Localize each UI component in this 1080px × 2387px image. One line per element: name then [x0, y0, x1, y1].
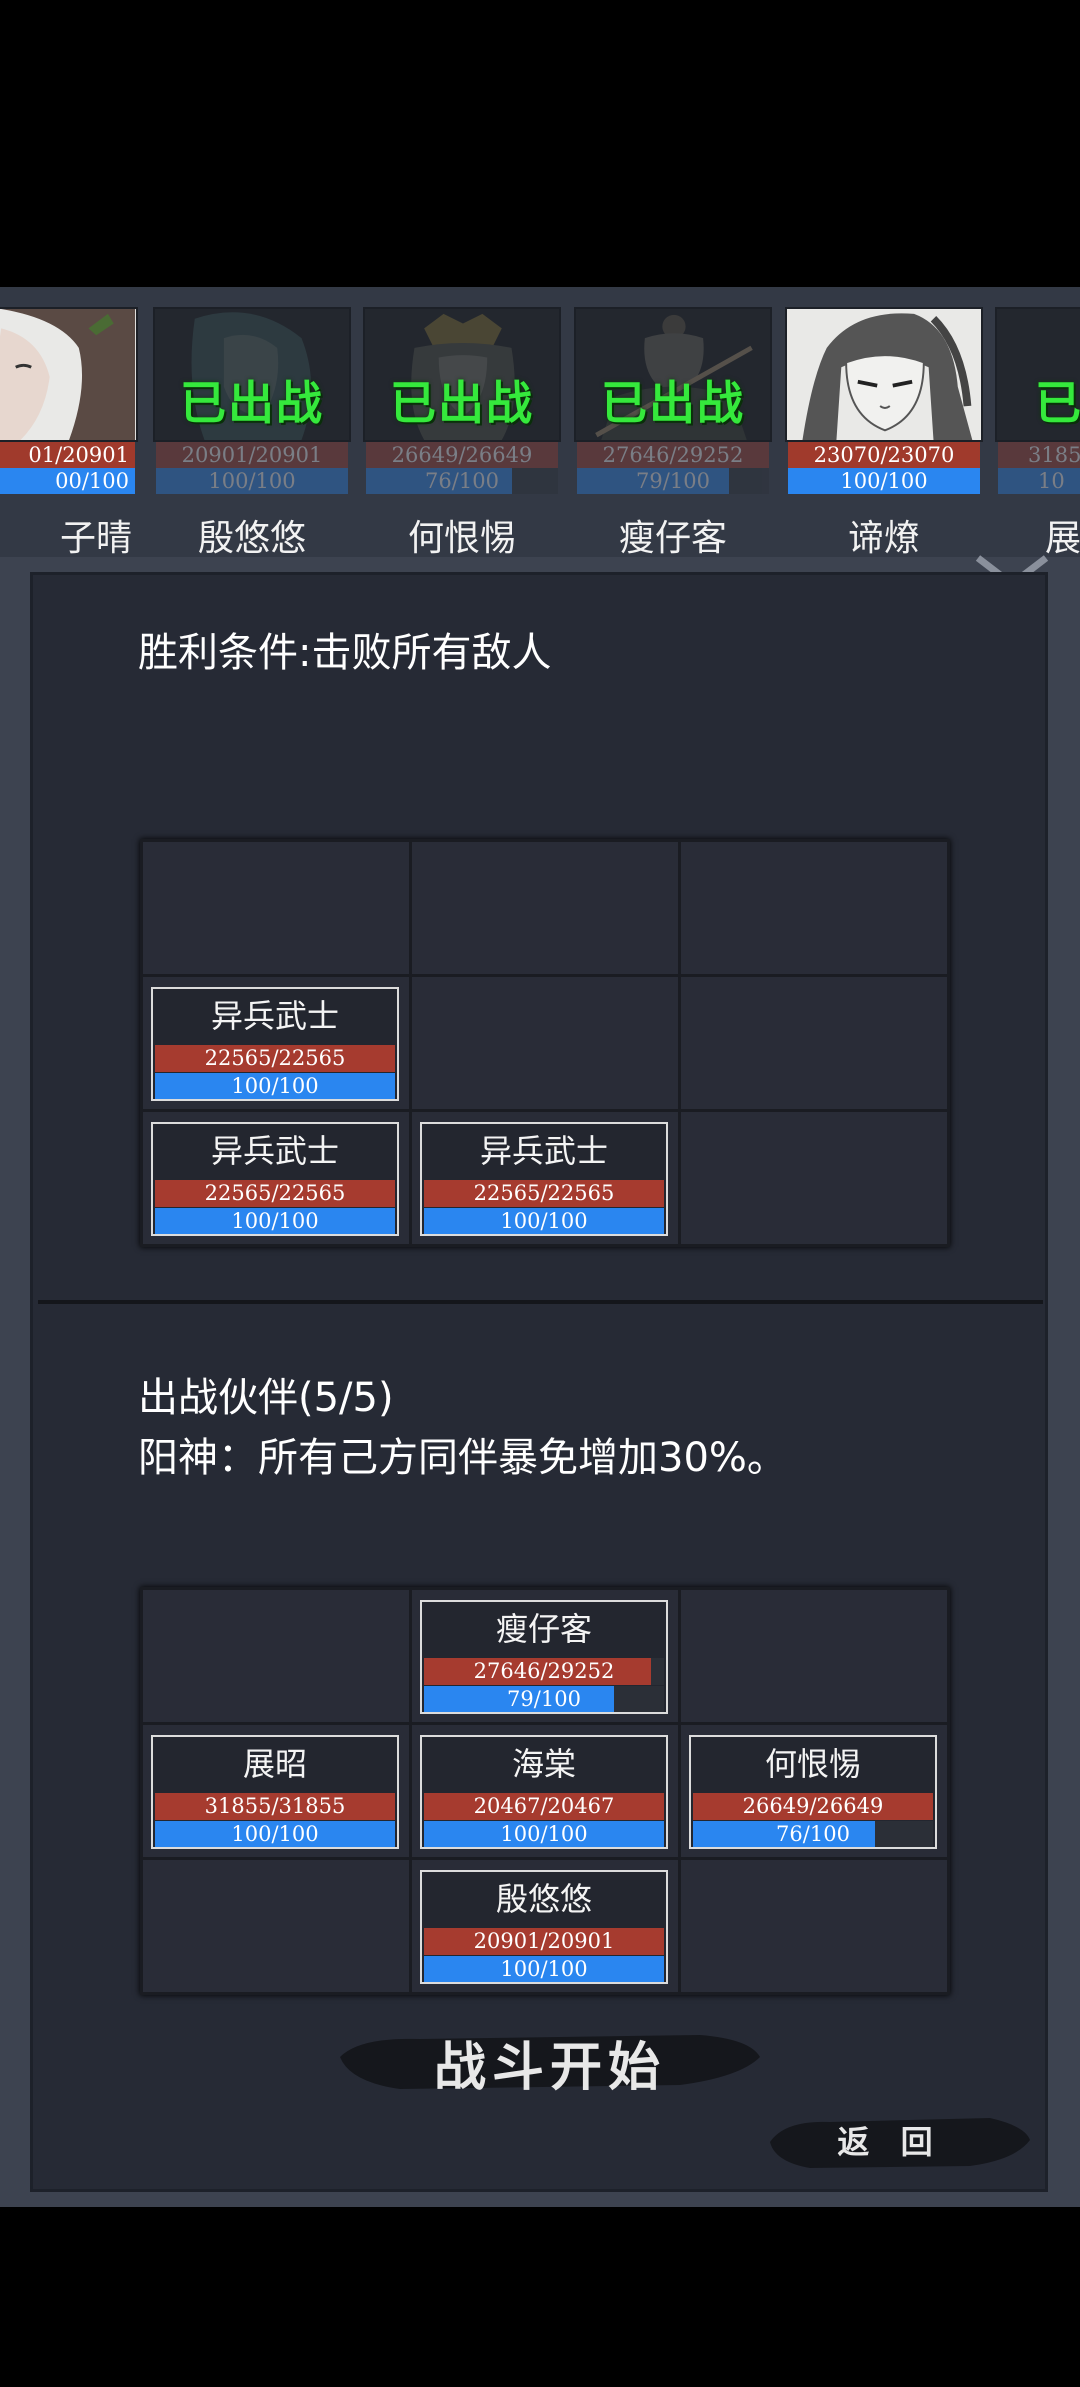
hero-name: 瘦仔客	[618, 518, 727, 559]
party-unit[interactable]: 瘦仔客 27646/29252 79/100	[420, 1600, 668, 1714]
unit-hp-bar: 22565/22565	[155, 1045, 395, 1072]
unit-hp-bar: 20901/20901	[424, 1928, 664, 1955]
unit-hp-bar: 20467/20467	[424, 1793, 664, 1820]
hero-mp-bar: 00/100	[0, 468, 135, 494]
start-battle-label: 战斗开始	[433, 2037, 666, 2098]
enemy-unit[interactable]: 异兵武士 22565/22565 100/100	[420, 1122, 668, 1236]
grid-cell: 异兵武士 22565/22565 100/100	[143, 977, 409, 1109]
party-unit[interactable]: 海棠 20467/20467 100/100	[420, 1735, 668, 1849]
hero-name: 谛燎	[847, 518, 920, 559]
battle-setup-panel: 胜利条件:击败所有敌人 异兵武士 22565/22565 100/100 异兵武…	[30, 572, 1048, 2192]
roster-hero-1[interactable]: 已出战 20901/20901 100/100 殷悠悠	[153, 307, 351, 559]
roster-hero-0[interactable]: 01/20901 00/100 子晴	[0, 307, 138, 559]
party-unit[interactable]: 何恨惕 26649/26649 76/100	[689, 1735, 937, 1849]
unit-hp-bar: 31855/31855	[155, 1793, 395, 1820]
victory-condition: 胜利条件:击败所有敌人	[138, 620, 551, 678]
grid-cell	[412, 977, 678, 1109]
game-screen: 01/20901 00/100 子晴 已出战 20901/20901 100/1…	[0, 287, 1080, 2207]
unit-mp-bar: 100/100	[424, 1956, 664, 1982]
hero-mp-bar: 76/100	[366, 468, 558, 494]
unit-mp-bar: 100/100	[155, 1821, 395, 1847]
unit-name: 展昭	[242, 1745, 307, 1783]
back-label: 返 回	[837, 2123, 943, 2161]
enemy-unit[interactable]: 异兵武士 22565/22565 100/100	[151, 987, 399, 1101]
grid-cell[interactable]: 海棠 20467/20467 100/100	[412, 1725, 678, 1857]
unit-hp-bar: 22565/22565	[424, 1180, 664, 1207]
hero-hp-bar: 3185	[998, 442, 1080, 468]
grid-cell	[143, 842, 409, 974]
enemy-unit[interactable]: 异兵武士 22565/22565 100/100	[151, 1122, 399, 1236]
victory-label: 胜利条件:	[138, 630, 312, 676]
unit-hp-bar: 22565/22565	[155, 1180, 395, 1207]
unit-name: 海棠	[511, 1745, 576, 1783]
grid-cell[interactable]	[681, 1590, 947, 1722]
hero-mp-bar: 10	[998, 468, 1080, 494]
deployed-label: 已	[1035, 376, 1080, 430]
hero-hp-bar: 27646/29252	[577, 442, 769, 468]
grid-cell[interactable]: 瘦仔客 27646/29252 79/100	[412, 1590, 678, 1722]
grid-cell: 异兵武士 22565/22565 100/100	[412, 1112, 678, 1244]
grid-cell[interactable]	[143, 1590, 409, 1722]
deployed-label: 已出战	[390, 376, 534, 430]
unit-mp-bar: 100/100	[155, 1208, 395, 1234]
grid-cell[interactable]	[681, 1860, 947, 1992]
unit-name: 殷悠悠	[495, 1880, 592, 1918]
grid-cell	[681, 1112, 947, 1244]
grid-cell: 异兵武士 22565/22565 100/100	[143, 1112, 409, 1244]
grid-cell[interactable]: 展昭 31855/31855 100/100	[143, 1725, 409, 1857]
female-hero-portrait	[0, 307, 138, 442]
hero-name: 子晴	[59, 518, 132, 559]
hero-name: 殷悠悠	[197, 518, 306, 559]
roster-hero-4[interactable]: 23070/23070 100/100 谛燎	[785, 307, 983, 559]
roster-hero-5[interactable]: 已 3185 10 展	[995, 307, 1080, 559]
deployed-label: 已出战	[601, 376, 745, 430]
grid-cell	[681, 977, 947, 1109]
party-title: 出战伙伴(5/5)	[138, 1375, 394, 1421]
hero-mp-bar: 79/100	[577, 468, 769, 494]
victory-value: 击败所有敌人	[311, 630, 552, 676]
grid-cell	[412, 842, 678, 974]
party-formation-grid: 瘦仔客 27646/29252 79/100 展昭 31855/31855 10…	[140, 1587, 950, 1995]
deployed-label: 已出战	[180, 376, 324, 430]
unit-name: 异兵武士	[210, 997, 339, 1035]
hero-name: 何恨惕	[407, 518, 516, 559]
grid-cell[interactable]	[143, 1860, 409, 1992]
male-hero-portrait	[785, 307, 983, 442]
unit-mp-bar: 100/100	[424, 1821, 664, 1847]
unit-name: 何恨惕	[764, 1745, 861, 1783]
party-unit[interactable]: 展昭 31855/31855 100/100	[151, 1735, 399, 1849]
grid-cell[interactable]: 何恨惕 26649/26649 76/100	[681, 1725, 947, 1857]
party-buff: 阳神：所有己方同伴暴免增加30%。	[138, 1435, 787, 1481]
grid-cell[interactable]: 殷悠悠 20901/20901 100/100	[412, 1860, 678, 1992]
unit-name: 瘦仔客	[495, 1610, 592, 1648]
enemy-formation-grid: 异兵武士 22565/22565 100/100 异兵武士 22565/2256…	[140, 839, 950, 1247]
roster-hero-2[interactable]: 已出战 26649/26649 76/100 何恨惕	[363, 307, 561, 559]
hero-mp-bar: 100/100	[156, 468, 348, 494]
grid-cell	[681, 842, 947, 974]
unit-name: 异兵武士	[210, 1132, 339, 1170]
hero-hp-bar: 26649/26649	[366, 442, 558, 468]
back-button[interactable]: 返 回	[770, 2107, 1030, 2177]
section-divider	[38, 1300, 1043, 1304]
hero-hp-bar: 23070/23070	[788, 442, 980, 468]
hero-hp-bar: 20901/20901	[156, 442, 348, 468]
unit-hp-bar: 27646/29252	[424, 1658, 664, 1685]
hero-mp-bar: 100/100	[788, 468, 980, 494]
unit-hp-bar: 26649/26649	[693, 1793, 933, 1820]
unit-mp-bar: 79/100	[424, 1686, 664, 1712]
hero-hp-bar: 01/20901	[0, 442, 135, 468]
hero-roster[interactable]: 01/20901 00/100 子晴 已出战 20901/20901 100/1…	[0, 287, 1080, 559]
unit-mp-bar: 76/100	[693, 1821, 933, 1847]
roster-hero-3[interactable]: 已出战 27646/29252 79/100 瘦仔客	[574, 307, 772, 559]
unit-mp-bar: 100/100	[155, 1073, 395, 1099]
start-battle-button[interactable]: 战斗开始	[340, 2015, 760, 2115]
party-unit[interactable]: 殷悠悠 20901/20901 100/100	[420, 1870, 668, 1984]
unit-name: 异兵武士	[479, 1132, 608, 1170]
unit-mp-bar: 100/100	[424, 1208, 664, 1234]
